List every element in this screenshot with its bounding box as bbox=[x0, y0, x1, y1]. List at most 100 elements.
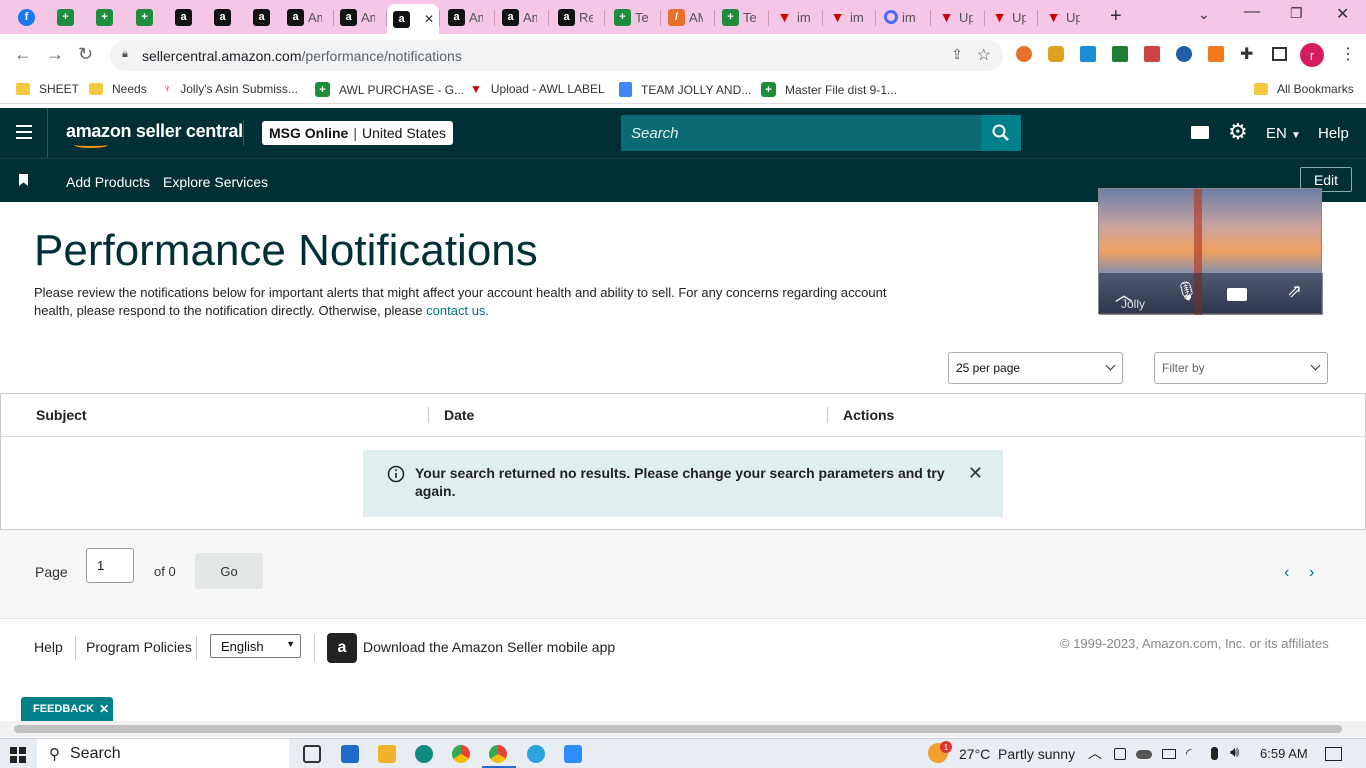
extension-icon[interactable] bbox=[1112, 46, 1128, 62]
close-icon[interactable]: ✕ bbox=[99, 702, 109, 716]
volume-icon[interactable]: 🔊︎ bbox=[1230, 744, 1239, 761]
profile-avatar[interactable]: r bbox=[1300, 43, 1324, 67]
browser-tab[interactable]: a bbox=[175, 4, 219, 30]
back-icon[interactable]: ← bbox=[14, 44, 32, 65]
browser-tab[interactable]: aAm bbox=[340, 4, 384, 30]
all-bookmarks[interactable]: All Bookmarks bbox=[1254, 82, 1354, 96]
store-icon[interactable] bbox=[341, 745, 359, 763]
help-link[interactable]: Help bbox=[1318, 125, 1349, 142]
store-switcher[interactable]: MSG Online | United States bbox=[262, 121, 454, 145]
nav-explore-services[interactable]: Explore Services bbox=[163, 174, 268, 190]
search-box[interactable]: Search bbox=[621, 115, 1021, 151]
mail-icon[interactable] bbox=[1191, 126, 1209, 139]
browser-tab[interactable]: + Te bbox=[722, 4, 766, 30]
browser-tab[interactable]: ▼ Up bbox=[1045, 4, 1089, 30]
browser-tab[interactable]: ▼ im bbox=[829, 4, 873, 30]
browser-tab[interactable]: ▼ Up bbox=[938, 4, 982, 30]
zoom-icon[interactable] bbox=[564, 745, 582, 763]
browser-tab[interactable]: f bbox=[18, 4, 62, 30]
contact-us-link[interactable]: contact us. bbox=[426, 303, 489, 318]
footer-help-link[interactable]: Help bbox=[34, 639, 63, 655]
settings-gear-icon[interactable]: ⚙ bbox=[1228, 119, 1248, 145]
bookmark-needs[interactable]: Needs bbox=[89, 82, 147, 96]
bookmark-sheet[interactable]: SHEET bbox=[16, 82, 79, 96]
task-view-icon[interactable] bbox=[303, 745, 321, 763]
popout-icon[interactable]: ⇗ bbox=[1287, 281, 1302, 302]
bookmark-awl-purchase[interactable]: + AWL PURCHASE - G... bbox=[315, 82, 464, 97]
taskbar-search[interactable]: ⚲ Search bbox=[37, 739, 289, 768]
lock-icon[interactable]: 🔒︎ bbox=[122, 48, 128, 61]
prev-page-icon[interactable]: ‹ bbox=[1284, 564, 1289, 582]
url-bar[interactable]: 🔒︎ sellercentral.amazon.com/performance/… bbox=[110, 40, 1003, 71]
close-tab-icon[interactable]: ✕ bbox=[424, 12, 434, 26]
browser-tab[interactable]: + bbox=[96, 4, 140, 30]
browser-tab[interactable]: ▼ im bbox=[776, 4, 820, 30]
filter-select[interactable]: Filter by bbox=[1154, 352, 1328, 384]
wifi-icon[interactable]: ◜ bbox=[1186, 745, 1191, 762]
browser-tab[interactable]: + Te bbox=[614, 4, 658, 30]
extension-icon[interactable] bbox=[1080, 46, 1096, 62]
mic-muted-icon[interactable]: 🎙︎ bbox=[1175, 281, 1198, 302]
browser-tab[interactable]: a Re bbox=[558, 4, 602, 30]
bookmark-icon[interactable] bbox=[19, 174, 28, 186]
browser-tab[interactable]: aAm bbox=[287, 4, 331, 30]
browser-tab[interactable]: a bbox=[214, 4, 258, 30]
extension-icon[interactable] bbox=[1016, 46, 1032, 62]
bookmark-asin[interactable]: ♆ Jolly's Asin Submiss... bbox=[163, 82, 298, 96]
puzzle-icon[interactable]: ✚ bbox=[1240, 44, 1253, 64]
bookmark-team-jolly[interactable]: TEAM JOLLY AND... bbox=[619, 82, 751, 97]
feedback-button[interactable]: FEEDBACK ✕ bbox=[21, 697, 113, 721]
camera-icon[interactable] bbox=[1227, 288, 1247, 301]
close-window-icon[interactable]: ✕ bbox=[1336, 4, 1349, 24]
extension-icon[interactable] bbox=[1048, 46, 1064, 62]
go-button[interactable]: Go bbox=[195, 553, 263, 589]
language-select[interactable]: English ▼ bbox=[210, 634, 301, 658]
extension-icon[interactable] bbox=[1208, 46, 1224, 62]
share-icon[interactable]: ⇪ bbox=[951, 46, 963, 63]
horizontal-scrollbar[interactable] bbox=[0, 721, 1366, 737]
download-app-link[interactable]: Download the Amazon Seller mobile app bbox=[363, 639, 615, 655]
kebab-menu-icon[interactable]: ⋮ bbox=[1340, 44, 1356, 64]
col-date[interactable]: Date bbox=[444, 407, 474, 423]
search-input[interactable]: Search bbox=[621, 125, 981, 142]
hamburger-menu-icon[interactable] bbox=[16, 125, 32, 139]
tray-chevron-icon[interactable]: ︿ bbox=[1088, 743, 1102, 763]
browser-tab[interactable]: + bbox=[57, 4, 101, 30]
close-icon[interactable]: ✕ bbox=[968, 464, 983, 517]
search-button[interactable] bbox=[981, 115, 1021, 151]
browser-tab[interactable]: ▼ Up bbox=[991, 4, 1035, 30]
page-number-input[interactable]: 1 bbox=[86, 548, 134, 583]
bookmark-master-file[interactable]: + Master File dist 9-1... bbox=[761, 82, 897, 97]
star-icon[interactable]: ☆ bbox=[977, 45, 991, 65]
next-page-icon[interactable]: › bbox=[1309, 564, 1314, 582]
chrome-icon[interactable] bbox=[452, 745, 470, 763]
clock[interactable]: 6:59 AM bbox=[1260, 746, 1308, 761]
seller-app-icon[interactable]: a bbox=[327, 633, 357, 663]
seller-central-logo[interactable]: amazon seller central bbox=[66, 121, 243, 142]
language-switcher[interactable]: EN ▼ bbox=[1266, 125, 1301, 142]
chrome-active-icon[interactable] bbox=[489, 745, 507, 763]
browser-tab[interactable]: a ✕ bbox=[387, 4, 439, 34]
video-call-overlay[interactable]: ︿ Jolly 🎙︎ ⇗ bbox=[1098, 188, 1323, 315]
onedrive-icon[interactable] bbox=[1136, 750, 1152, 759]
browser-tab[interactable]: im bbox=[884, 4, 928, 30]
tab-search-icon[interactable]: ⌄ bbox=[1198, 6, 1210, 23]
browser-tab[interactable]: aAm bbox=[448, 4, 492, 30]
extension-icon[interactable] bbox=[1176, 46, 1192, 62]
browser-tab[interactable]: + bbox=[136, 4, 180, 30]
battery-icon[interactable] bbox=[1162, 749, 1176, 759]
file-explorer-icon[interactable] bbox=[378, 745, 396, 763]
tray-app-icon[interactable] bbox=[1114, 748, 1126, 760]
program-policies-link[interactable]: Program Policies bbox=[86, 639, 192, 655]
minimize-icon[interactable]: — bbox=[1244, 3, 1260, 21]
reload-icon[interactable]: ↻ bbox=[78, 44, 93, 65]
per-page-select[interactable]: 25 per page bbox=[948, 352, 1123, 384]
new-tab-icon[interactable]: + bbox=[1110, 5, 1122, 28]
notifications-icon[interactable] bbox=[1325, 747, 1342, 761]
scrollbar-thumb[interactable] bbox=[14, 725, 1342, 733]
extension-icon[interactable] bbox=[1144, 46, 1160, 62]
sidepanel-icon[interactable] bbox=[1272, 47, 1287, 61]
windows-start-icon[interactable] bbox=[10, 747, 26, 763]
edge-icon[interactable] bbox=[415, 745, 433, 763]
forward-icon[interactable]: → bbox=[46, 44, 64, 65]
